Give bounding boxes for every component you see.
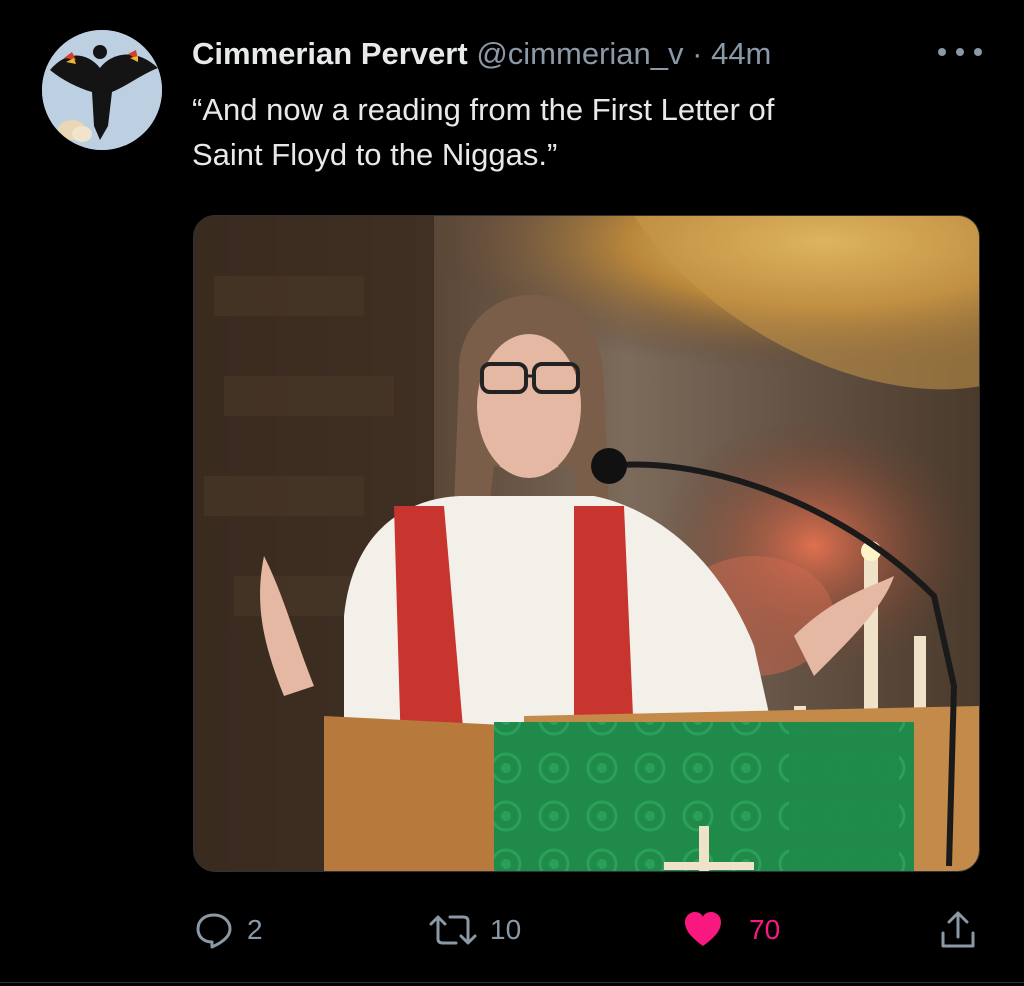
separator-dot: · [692,36,703,71]
display-name[interactable]: Cimmerian Pervert [192,36,468,71]
tweet-actions: 2 10 70 [0,905,1024,955]
share-icon [941,911,975,948]
more-options-icon[interactable] [938,36,982,68]
dot [938,48,946,56]
like-button[interactable]: 70 [683,905,780,955]
tweet-text-line-2: Saint Floyd to the Niggas.” [192,137,558,172]
retweet-button[interactable]: 10 [428,905,521,955]
photo-image [194,216,979,871]
retweet-icon [429,915,477,945]
tweet-text: “And now a reading from the First Letter… [192,87,952,177]
divider [0,982,1024,983]
share-button[interactable] [938,905,978,955]
like-count: 70 [749,914,781,945]
tweet-text-line-1: “And now a reading from the First Letter… [192,92,775,127]
reply-count: 2 [247,914,263,945]
tweet-photo[interactable] [193,215,980,872]
retweet-count: 10 [490,914,522,945]
tweet-header: Cimmerian Pervert @cimmerian_v · 44m [192,34,771,74]
dot [956,48,964,56]
dot [974,48,982,56]
reply-icon [196,913,232,949]
reply-button[interactable]: 2 [193,905,263,955]
tweet[interactable]: Cimmerian Pervert @cimmerian_v · 44m “An… [0,0,1024,986]
user-handle[interactable]: @cimmerian_v [476,36,683,71]
heart-icon [685,912,721,946]
blackbird-icon [42,30,162,150]
avatar[interactable] [42,30,162,150]
timestamp[interactable]: 44m [711,36,771,71]
